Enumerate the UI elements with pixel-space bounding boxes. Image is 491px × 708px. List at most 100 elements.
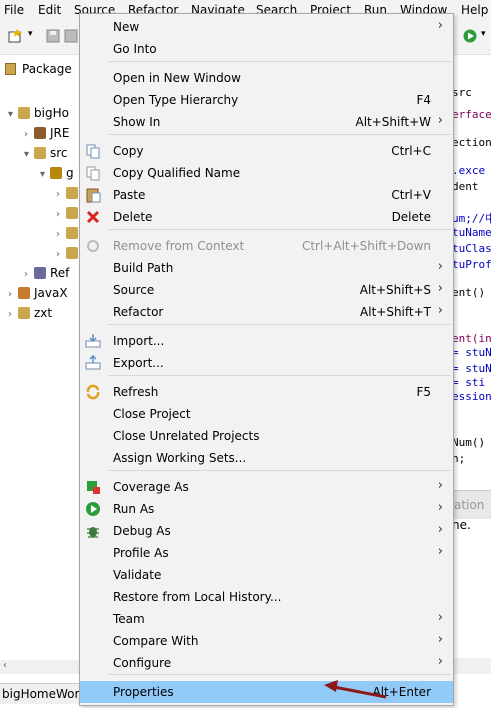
run-icon[interactable]: [463, 29, 477, 43]
menu-item-label: Source: [113, 283, 155, 297]
menu-item-label: Close Unrelated Projects: [113, 429, 260, 443]
menu-item-export[interactable]: Export...: [80, 352, 453, 374]
menu-item-remove-from-context: Remove from Context Ctrl+Alt+Shift+Down: [80, 235, 453, 257]
menu-separator: [108, 229, 451, 230]
tree-node-icon: [66, 247, 78, 259]
tree-item-label: bigHo: [34, 106, 69, 120]
menu-item-properties[interactable]: Properties Alt+Enter: [80, 681, 453, 703]
menu-file[interactable]: File: [4, 3, 24, 17]
menu-item-show-in[interactable]: Show In Alt+Shift+W ›: [80, 111, 453, 133]
collapsed-arrow-icon[interactable]: ›: [24, 269, 34, 280]
tree-item[interactable]: ▾ src: [24, 146, 68, 164]
menu-item-label: Profile As: [113, 546, 169, 560]
menu-item-team[interactable]: Team ›: [80, 608, 453, 630]
chevron-down-icon[interactable]: ▾: [28, 29, 33, 39]
menu-item-validate[interactable]: Validate: [80, 564, 453, 586]
package-explorer-icon: [5, 63, 16, 75]
menu-item-close-project[interactable]: Close Project: [80, 403, 453, 425]
menu-item-label: Show In: [113, 115, 161, 129]
menu-item-paste[interactable]: Paste Ctrl+V: [80, 184, 453, 206]
code-line: src: [452, 86, 472, 99]
status-text: bigHomeWor: [2, 687, 80, 701]
expanded-arrow-icon[interactable]: ▾: [24, 149, 34, 160]
save-all-icon[interactable]: [64, 29, 78, 43]
menu-item-new[interactable]: New ›: [80, 16, 453, 38]
tree-item[interactable]: ▾ bigHo: [8, 106, 69, 124]
menu-item-import[interactable]: Import...: [80, 330, 453, 352]
save-icon[interactable]: [46, 29, 60, 43]
collapsed-arrow-icon[interactable]: ›: [8, 309, 18, 320]
refresh-icon: [85, 384, 101, 400]
menu-item-label: Open Type Hierarchy: [113, 93, 239, 107]
menu-item-label: Refresh: [113, 385, 159, 399]
menu-item-label: New: [113, 20, 140, 34]
code-line: = sti: [452, 376, 486, 389]
menu-item-shortcut: Delete: [391, 210, 431, 224]
menu-separator: [108, 674, 451, 675]
menu-item-label: Export...: [113, 356, 164, 370]
expanded-arrow-icon[interactable]: ▾: [8, 109, 18, 120]
menu-item-source[interactable]: Source Alt+Shift+S ›: [80, 279, 453, 301]
collapsed-arrow-icon[interactable]: ›: [56, 189, 66, 200]
menu-item-profile-as[interactable]: Profile As ›: [80, 542, 453, 564]
menu-item-shortcut: Alt+Shift+W: [355, 115, 432, 129]
menu-item-configure[interactable]: Configure ›: [80, 652, 453, 674]
menu-item-copy[interactable]: Copy Ctrl+C: [80, 140, 453, 162]
code-line: .exce: [452, 164, 486, 177]
tree-item[interactable]: › zxt: [8, 306, 52, 324]
scroll-left-icon[interactable]: ‹: [3, 660, 7, 671]
tree-node-icon: [66, 227, 78, 239]
tree-item[interactable]: ▾ g: [40, 166, 74, 184]
collapsed-arrow-icon[interactable]: ›: [56, 229, 66, 240]
menu-item-build-path[interactable]: Build Path ›: [80, 257, 453, 279]
package-explorer-tab[interactable]: Package: [0, 56, 81, 82]
menu-item-shortcut: Alt+Shift+T: [360, 305, 431, 319]
menu-item-open-type-hierarchy[interactable]: Open Type Hierarchy F4: [80, 89, 453, 111]
tree-item[interactable]: › Ref: [24, 266, 69, 284]
submenu-arrow-icon: ›: [437, 610, 443, 625]
menu-edit[interactable]: Edit: [38, 3, 61, 17]
menu-item-shortcut: F5: [416, 385, 431, 399]
tree-node-icon: [66, 207, 78, 219]
run-dropdown-icon[interactable]: ▾: [481, 29, 486, 39]
expanded-arrow-icon[interactable]: ▾: [40, 169, 50, 180]
code-line: ent(): [452, 286, 486, 299]
code-line: = stuN: [452, 346, 491, 359]
menu-item-refactor[interactable]: Refactor Alt+Shift+T ›: [80, 301, 453, 323]
menu-item-label: Properties: [113, 685, 174, 699]
menu-separator: [108, 134, 451, 135]
import-icon: [85, 333, 101, 349]
menu-help[interactable]: Help: [461, 3, 488, 17]
code-line: tuProf: [452, 258, 491, 271]
menu-item-open-in-new-window[interactable]: Open in New Window: [80, 67, 453, 89]
right-panel-tab[interactable]: ation: [452, 490, 491, 519]
copy-icon: [85, 143, 101, 159]
code-line: tuClas: [452, 242, 491, 255]
tree-item-label: JRE: [50, 126, 70, 140]
menu-item-run-as[interactable]: Run As ›: [80, 498, 453, 520]
menu-item-shortcut: F4: [416, 93, 431, 107]
menu-item-restore-from-local-history[interactable]: Restore from Local History...: [80, 586, 453, 608]
menu-item-delete[interactable]: Delete Delete: [80, 206, 453, 228]
menu-item-refresh[interactable]: Refresh F5: [80, 381, 453, 403]
menu-item-assign-working-sets[interactable]: Assign Working Sets...: [80, 447, 453, 469]
tree-item[interactable]: › JRE: [24, 126, 69, 144]
right-scrollbar[interactable]: [452, 658, 491, 674]
menu-item-coverage-as[interactable]: Coverage As ›: [80, 476, 453, 498]
menu-item-copy-qualified-name[interactable]: Copy Qualified Name: [80, 162, 453, 184]
right-panel-tab-label: ation: [454, 498, 485, 512]
menu-item-go-into[interactable]: Go Into: [80, 38, 453, 60]
menu-item-close-unrelated-projects[interactable]: Close Unrelated Projects: [80, 425, 453, 447]
tree-item[interactable]: › JavaX: [8, 286, 68, 304]
collapsed-arrow-icon[interactable]: ›: [8, 289, 18, 300]
collapsed-arrow-icon[interactable]: ›: [56, 249, 66, 260]
collapsed-arrow-icon[interactable]: ›: [24, 129, 34, 140]
editor-area[interactable]: src erface ection .exce dent um;//中 tuName tuCl…: [452, 56, 491, 476]
menu-item-label: Configure: [113, 656, 172, 670]
horizontal-scrollbar[interactable]: ‹: [0, 660, 80, 674]
collapsed-arrow-icon[interactable]: ›: [56, 209, 66, 220]
export-icon: [85, 354, 101, 371]
new-wizard-icon[interactable]: [8, 29, 22, 43]
menu-item-debug-as[interactable]: Debug As ›: [80, 520, 453, 542]
menu-item-compare-with[interactable]: Compare With ›: [80, 630, 453, 652]
